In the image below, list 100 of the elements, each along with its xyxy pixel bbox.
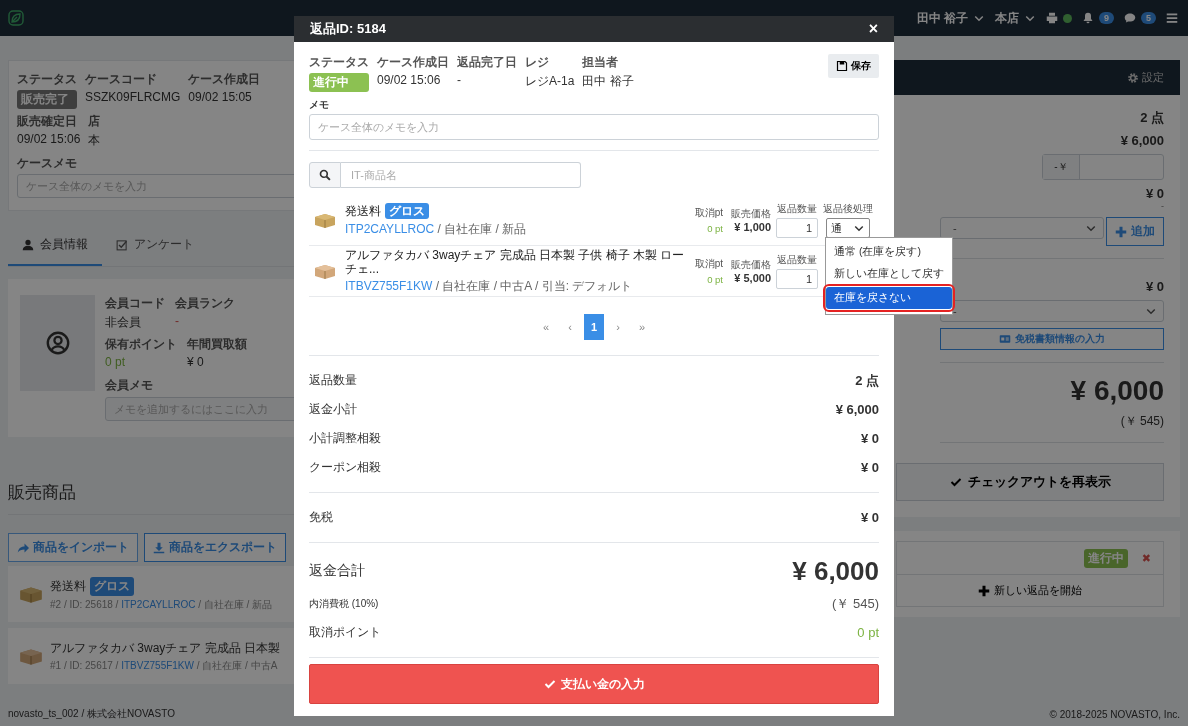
dropdown-option[interactable]: 在庫を戻さない xyxy=(826,287,952,309)
product-code-link[interactable]: ITP2CAYLLROC xyxy=(121,598,196,610)
price-value: ¥ 1,000 xyxy=(734,221,771,233)
column-label: 販売価格 xyxy=(731,207,771,221)
field-value: - xyxy=(457,73,462,87)
status-dot xyxy=(1062,13,1072,23)
share-arrow-icon xyxy=(17,541,29,554)
chat-bubble-icon xyxy=(1124,12,1136,24)
field-label: ケース作成日 xyxy=(188,71,261,88)
summary-label: 小計調整相殺 xyxy=(309,430,381,447)
price-value: ¥ 5,000 xyxy=(734,272,771,284)
dropdown-option[interactable]: 通常 (在庫を戻す) xyxy=(826,241,952,263)
product-meta: ITP2CAYLLROC / 自社在庫 / 新品 xyxy=(345,220,528,238)
field-value: SSZK09FLRCMG xyxy=(85,90,181,104)
summary-value: 0 pt xyxy=(857,625,879,640)
summary-value: ¥ 0 xyxy=(860,510,879,525)
id-card-icon xyxy=(999,333,1011,345)
quantity-field[interactable]: 1 xyxy=(776,218,818,238)
field-label: メモ xyxy=(309,98,330,112)
remove-button[interactable]: ✖ xyxy=(1141,551,1151,565)
field-label: ケースメモ xyxy=(17,155,78,172)
checkout-button[interactable]: チェックアウトを再表示 xyxy=(896,463,1164,501)
gear-icon xyxy=(1127,71,1139,84)
page-link[interactable]: › xyxy=(608,314,628,340)
export-button[interactable]: 商品をエクスポート xyxy=(144,533,286,562)
product-name: 発送料 xyxy=(50,577,86,595)
column-label: 販売価格 xyxy=(731,258,771,272)
download-icon xyxy=(153,541,165,554)
tab[interactable]: アンケート xyxy=(102,225,208,266)
field-value: 09/02 15:06 xyxy=(377,73,442,87)
payment-button[interactable]: 支払い金の入力 xyxy=(309,664,879,704)
product-code-link[interactable]: ITBVZ755F1KW xyxy=(121,659,194,671)
total-value: ¥ 6,000 xyxy=(1070,375,1164,407)
bell-icon xyxy=(1081,12,1094,24)
summary-value: (￥ 545) xyxy=(832,594,879,613)
field-label: ステータス xyxy=(309,54,369,71)
field-value: ¥ 0 xyxy=(187,355,205,369)
coupon-select[interactable]: - xyxy=(940,217,1104,239)
user-circle-icon xyxy=(45,331,70,355)
search-button[interactable] xyxy=(309,162,341,188)
plus-icon xyxy=(1115,225,1127,238)
field-label: 会員コード xyxy=(105,295,165,312)
search-icon xyxy=(319,169,331,181)
quantity-field[interactable]: 1 xyxy=(776,269,818,289)
column-label: 返品数量 xyxy=(777,202,817,216)
product-code-link[interactable]: ITP2CAYLLROC xyxy=(345,221,435,236)
save-button[interactable]: 保存 xyxy=(828,54,879,78)
field-label: 担当者 xyxy=(582,54,620,71)
field-value: 本 xyxy=(88,132,101,149)
quantity-value: 2 点 xyxy=(1140,109,1164,127)
settings-link[interactable]: 設定 xyxy=(1127,70,1164,85)
user-menu[interactable]: 田中 裕子 xyxy=(916,9,985,27)
memo-field[interactable]: ケース全体のメモを入力 xyxy=(309,114,879,140)
tax-free-value: ¥ 0 xyxy=(1145,279,1164,294)
check-icon xyxy=(949,476,962,488)
add-button[interactable]: 追加 xyxy=(1106,217,1164,246)
dialog-title: 返品ID: 5184 xyxy=(310,20,386,38)
summary-label: 免税 xyxy=(309,509,333,526)
field-label: 販売確定日 xyxy=(17,113,78,130)
search-field[interactable]: IT-商品名 xyxy=(341,162,581,188)
status-badge: 進行中 xyxy=(309,73,369,92)
adjust-field[interactable]: -￥ xyxy=(1042,154,1164,180)
summary-label: 内消費税 (10%) xyxy=(309,596,379,611)
dropdown-option[interactable]: 新しい在庫として戻す xyxy=(826,263,952,285)
product-badge: グロス xyxy=(90,576,134,596)
summary-value: ¥ 0 xyxy=(860,431,879,446)
import-button[interactable]: 商品をインポート xyxy=(8,533,138,562)
product-code-link[interactable]: ITBVZ755F1KW xyxy=(345,278,433,293)
summary-label: クーポン相殺 xyxy=(309,459,381,476)
subtotal-value: ¥ 6,000 xyxy=(1120,133,1164,148)
tax-free-button[interactable]: 免税書類情報の入力 xyxy=(940,328,1164,350)
field-value: 田中 裕子 xyxy=(582,73,634,90)
product-badge: グロス xyxy=(385,202,429,219)
tab[interactable]: 会員情報 xyxy=(8,225,102,266)
status-badge: 販売完了 xyxy=(17,90,77,109)
page-link[interactable]: « xyxy=(536,314,556,340)
summary-value: 2 点 xyxy=(855,371,879,390)
summary-value: ¥ 0 xyxy=(860,460,879,475)
cancel-points: 0 pt xyxy=(707,274,723,285)
page-link[interactable]: 1 xyxy=(584,314,604,340)
user-icon xyxy=(22,238,34,251)
field-label: 店 xyxy=(88,113,101,130)
column-label: 返品後処理 xyxy=(823,202,873,216)
field-value: 09/02 15:06 xyxy=(17,132,81,146)
close-button[interactable]: × xyxy=(868,20,878,38)
page-link[interactable]: » xyxy=(632,314,652,340)
footer-text: novasto_ts_002 / 株式会社NOVASTO xyxy=(8,707,175,721)
field-value: 09/02 15:05 xyxy=(188,90,253,104)
new-return-button[interactable]: 新しい返品を開始 xyxy=(896,575,1164,607)
cancel-points: 0 pt xyxy=(707,223,723,234)
page-link[interactable]: ‹ xyxy=(560,314,580,340)
plus-icon xyxy=(978,584,990,597)
field-label: 会員メモ xyxy=(105,377,154,394)
column-label: 返品数量 xyxy=(777,253,817,267)
message-count: 5 xyxy=(1141,12,1156,24)
summary-value: ¥ 6,000 xyxy=(835,402,879,417)
store-menu[interactable]: 本店 xyxy=(994,9,1036,27)
field-label: ケース作成日 xyxy=(377,54,449,71)
tax-free-select[interactable]: - xyxy=(940,300,1164,322)
summary-label: 取消ポイント xyxy=(309,624,381,641)
